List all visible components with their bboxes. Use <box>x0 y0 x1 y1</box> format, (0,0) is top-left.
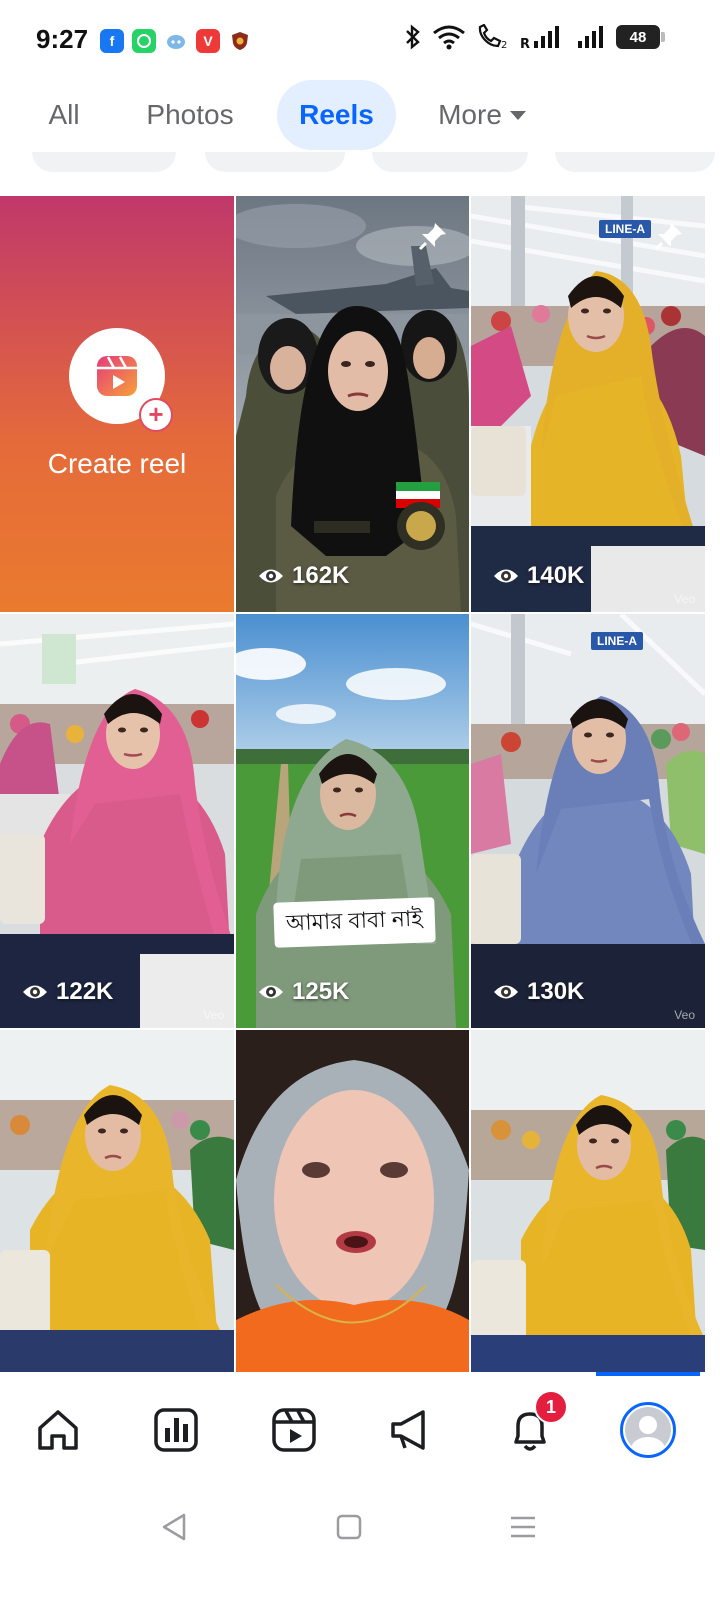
filter-chip[interactable] <box>372 152 528 172</box>
plus-icon: + <box>139 398 173 432</box>
view-count-text: 125K <box>292 978 350 1005</box>
signal-r-icon: R <box>520 26 559 50</box>
view-count: 130K <box>493 978 584 1006</box>
eye-icon <box>494 569 518 583</box>
reel-thumbnail[interactable] <box>0 1030 234 1372</box>
reel-thumbnail[interactable] <box>236 1030 469 1372</box>
create-reel-label: Create reel <box>47 448 187 479</box>
view-count-text: 162K <box>292 562 350 589</box>
view-count: 122K <box>22 978 113 1006</box>
filter-chip[interactable] <box>32 152 176 172</box>
eye-icon <box>259 569 283 583</box>
home-icon[interactable] <box>28 1400 88 1460</box>
reel-thumbnail[interactable]: 122K Veo <box>0 614 234 1028</box>
megaphone-icon[interactable] <box>382 1400 442 1460</box>
reels-icon[interactable] <box>264 1400 324 1460</box>
shield-app-icon <box>228 29 252 53</box>
view-count-text: 130K <box>527 978 585 1005</box>
svg-text:2: 2 <box>501 40 507 50</box>
active-tab-indicator <box>596 1372 700 1376</box>
bluetooth-icon <box>406 24 420 50</box>
create-reel-icon: + <box>69 328 173 432</box>
view-count-text: 122K <box>56 978 114 1005</box>
reel-image <box>471 196 705 612</box>
tab-reels[interactable]: Reels <box>277 80 396 150</box>
battery-icon: 48 <box>616 25 665 49</box>
reel-image <box>0 614 234 1028</box>
status-time: 9:27 <box>36 24 89 54</box>
filter-chips-strip <box>0 152 720 176</box>
tab-all-label: All <box>48 99 80 130</box>
eye-icon <box>23 985 47 999</box>
caret-down-icon <box>509 111 526 120</box>
tab-photos-label: Photos <box>146 99 234 130</box>
line-sign: LINE-A <box>591 632 643 650</box>
system-navigation-bar <box>0 1482 720 1600</box>
reel-thumbnail[interactable]: LINE-A 140K Veo <box>471 196 705 612</box>
watermark: Veo <box>674 1008 695 1022</box>
bottom-navigation: 1 <box>0 1372 720 1482</box>
tab-more[interactable]: More <box>420 80 546 150</box>
reel-image <box>0 1030 234 1372</box>
home-square-icon[interactable] <box>336 1512 362 1542</box>
reel-image <box>471 1030 705 1372</box>
reel-thumbnail[interactable] <box>471 1030 705 1372</box>
reel-caption: আমার বাবা নাই <box>273 897 436 948</box>
watermark: Veo <box>674 592 695 606</box>
avatar <box>625 1407 671 1453</box>
status-bar: 9:27 f V 2 R 48 <box>0 0 720 80</box>
eye-icon <box>494 985 518 999</box>
tab-more-label: More <box>438 99 502 130</box>
tab-reels-label: Reels <box>299 99 374 130</box>
signal-icon <box>578 26 603 48</box>
notification-app-icons: f V <box>100 29 252 53</box>
notification-count-badge: 1 <box>534 1390 568 1424</box>
bot-icon <box>164 29 188 53</box>
reel-image <box>471 614 705 1028</box>
notifications-icon[interactable]: 1 <box>500 1390 568 1460</box>
whatsapp-icon <box>132 29 156 53</box>
filter-chip[interactable] <box>555 152 715 172</box>
filter-chip[interactable] <box>205 152 345 172</box>
vivaldi-icon: V <box>196 29 220 53</box>
recents-menu-icon[interactable] <box>508 1512 538 1542</box>
volte-call-icon: 2 <box>478 24 507 50</box>
eye-icon <box>259 985 283 999</box>
view-count: 162K <box>258 562 349 590</box>
reel-thumbnail[interactable]: 162K <box>236 196 469 612</box>
svg-text:R: R <box>520 37 530 50</box>
reel-thumbnail[interactable]: LINE-A 130K Veo <box>471 614 705 1028</box>
pin-icon <box>418 223 446 251</box>
tab-all[interactable]: All <box>26 80 102 150</box>
back-icon[interactable] <box>160 1512 188 1542</box>
tab-photos[interactable]: Photos <box>128 80 252 150</box>
create-reel-card[interactable]: + Create reel <box>0 196 234 612</box>
line-sign: LINE-A <box>599 220 651 238</box>
profile-avatar[interactable] <box>618 1400 678 1460</box>
pin-icon <box>654 223 682 251</box>
watermark: Veo <box>203 1008 224 1022</box>
facebook-icon: f <box>100 29 124 53</box>
reel-image <box>236 1030 469 1372</box>
view-count: 140K <box>493 562 584 590</box>
reel-image <box>236 614 469 1028</box>
reel-thumbnail[interactable]: আমার বাবা নাই 125K <box>236 614 469 1028</box>
dashboard-icon[interactable] <box>146 1400 206 1460</box>
view-count-text: 140K <box>527 562 585 589</box>
wifi-icon <box>433 25 465 50</box>
reel-image <box>236 196 469 612</box>
view-count: 125K <box>258 978 349 1006</box>
content-tabs: All Photos Reels More <box>0 80 720 152</box>
reels-grid: + Create reel 162K LINE-A 140K Veo 122K … <box>0 196 720 1372</box>
system-status-icons: 2 R 48 <box>404 24 665 50</box>
